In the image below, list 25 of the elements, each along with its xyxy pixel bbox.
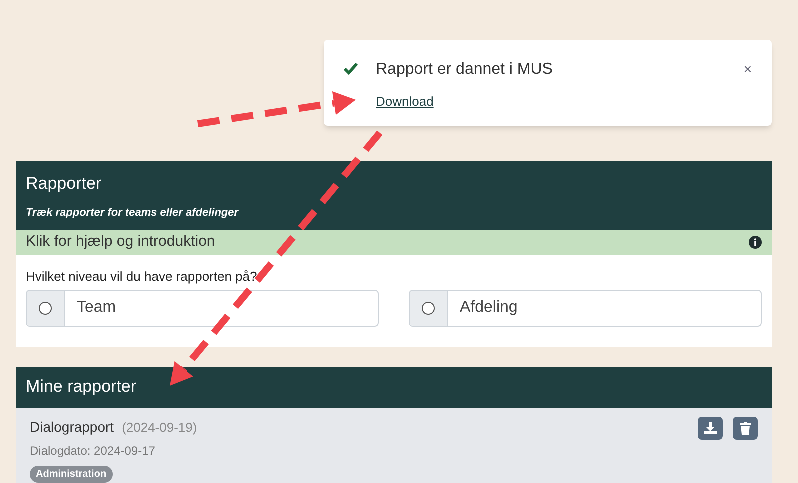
panel-title: Mine rapporter [26, 376, 137, 398]
radio-button[interactable] [422, 302, 435, 314]
help-text: Klik for hjælp og introduktion [26, 232, 216, 252]
close-button[interactable]: × [744, 59, 752, 79]
radio-option[interactable]: Afdeling [409, 290, 762, 326]
report-date: (2024-09-19) [122, 418, 198, 437]
download-icon [704, 422, 717, 434]
panel-subtitle: Træk rapporter for teams eller afdelinger [26, 206, 240, 220]
report-name: Dialograpport [30, 418, 114, 437]
question-label: Hvilket niveau vil du have rapporten på? [26, 268, 258, 286]
download-link[interactable]: Download [376, 92, 434, 112]
download-button[interactable] [698, 416, 723, 440]
delete-button[interactable] [733, 416, 758, 440]
trash-icon [740, 422, 751, 434]
toast-message: Rapport er dannet i MUS [376, 60, 553, 80]
panel-title: Rapporter [26, 173, 103, 195]
radio-option[interactable]: Team [26, 290, 379, 326]
department-tag: Administration [30, 466, 113, 482]
check-icon [344, 63, 358, 75]
info-icon [749, 236, 762, 249]
dialog-date: Dialogdato: 2024-09-17 [30, 442, 156, 460]
option-label: Team [77, 298, 116, 318]
option-label: Afdeling [460, 298, 518, 318]
radio-button[interactable] [39, 302, 52, 314]
help-bar[interactable]: Klik for hjælp og introduktion [16, 230, 772, 255]
